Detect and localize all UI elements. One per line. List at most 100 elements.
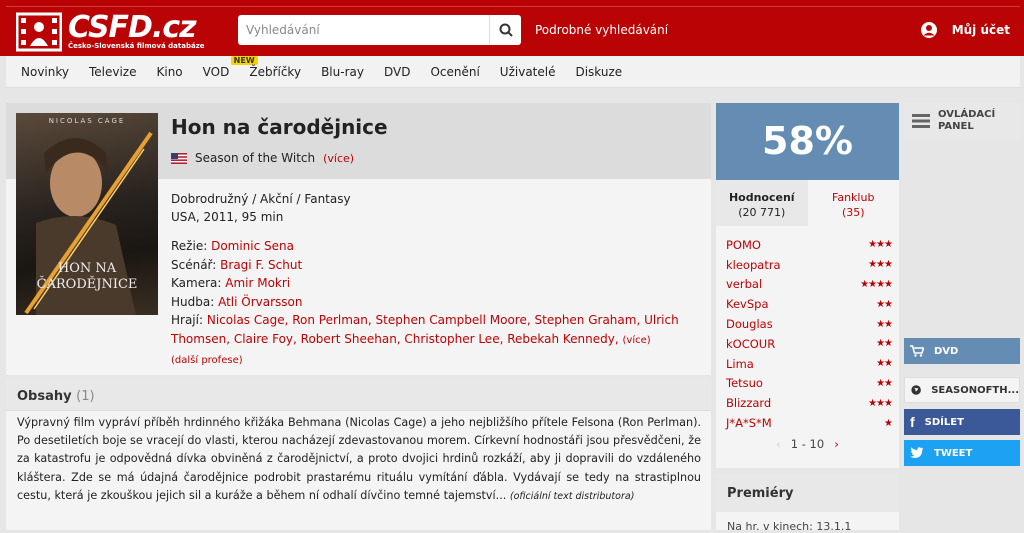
list-item[interactable]: verbal ★★★★ <box>726 275 893 295</box>
facebook-share-label: SDÍLET <box>924 416 964 428</box>
tab-fanclub[interactable]: Fanklub (35) <box>807 180 899 226</box>
advanced-search-link[interactable]: Podrobné vyhledávání <box>535 23 668 37</box>
star-rating: ★★ <box>876 338 893 350</box>
nav-item-novinky[interactable]: Novinky <box>21 65 69 79</box>
user-name: Lima <box>726 356 754 371</box>
nav-item-vod[interactable]: VOD NEW <box>202 56 258 79</box>
account-label: Můj účet <box>951 23 1010 37</box>
film-poster[interactable]: NICOLAS CAGE HON NA ČARODĚJNICE <box>16 113 158 315</box>
list-item[interactable]: POMO ★★★ <box>726 235 893 255</box>
account-menu[interactable]: Můj účet <box>920 22 1010 38</box>
premieres-text: Na hr. v kinech: 13.1.1 <box>727 520 852 533</box>
pager-range: 1 - 10 <box>790 437 825 451</box>
search-input[interactable] <box>238 15 488 45</box>
poster-title-text: HON NA ČARODĚJNICE <box>36 261 138 292</box>
facebook-share-button[interactable]: f SDÍLET <box>904 409 1020 435</box>
camera-label: Kamera: <box>171 276 222 290</box>
screenplay-link[interactable]: Bragi F. Schut <box>220 258 302 272</box>
rating-percent: 58% <box>716 103 899 180</box>
list-item[interactable]: KevSpa ★★ <box>726 294 893 314</box>
music-link[interactable]: Atli Örvarsson <box>218 295 302 309</box>
star-rating: ★★ <box>876 377 893 389</box>
user-ratings-list: POMO ★★★ kleopatra ★★★ verbal ★★★★ KevSpa ★★… <box>726 235 893 433</box>
nav-item-uzivatele[interactable]: Uživatelé <box>500 65 556 79</box>
premieres-title: Premiéry <box>727 486 794 501</box>
star-rating: ★★★ <box>868 259 893 271</box>
control-panel-button[interactable]: OVLÁDACÍ PANEL <box>904 103 1020 139</box>
user-name: Tetsuo <box>726 376 763 391</box>
cast-links[interactable]: Nicolas Cage, Ron Perlman, Stephen Campb… <box>171 313 679 346</box>
user-name: kleopatra <box>726 257 781 272</box>
control-panel-label: OVLÁDACÍ PANEL <box>938 109 996 132</box>
nav-item-dvd[interactable]: DVD <box>384 65 410 79</box>
list-item[interactable]: Blizzard ★★★ <box>726 393 893 413</box>
logo-subtitle: Česko-Slovenská filmová databáze <box>68 42 205 50</box>
nav-item-televize[interactable]: Televize <box>89 65 137 79</box>
plot-title-text: Obsahy <box>17 389 72 404</box>
main-nav: Novinky Televize Kino VOD NEW Žebříčky Bl… <box>6 56 1020 88</box>
star-rating: ★★ <box>876 298 893 310</box>
search-button[interactable] <box>489 15 521 45</box>
cast-more-link[interactable]: (více) <box>623 335 651 346</box>
official-site-button[interactable]: SEASONOFTH... <box>904 377 1020 403</box>
user-name: Blizzard <box>726 396 772 411</box>
film-strip-icon <box>16 12 62 52</box>
plot-count: (1) <box>76 389 95 404</box>
site-logo[interactable]: CSFD.cz Česko-Slovenská filmová databáze <box>16 10 205 52</box>
list-item[interactable]: Tetsuo ★★ <box>726 374 893 394</box>
director-link[interactable]: Dominic Sena <box>211 239 294 253</box>
user-name: J*A*S*M <box>726 416 772 431</box>
official-site-label: SEASONOFTH... <box>931 384 1019 396</box>
tab-ratings-label: Hodnocení <box>728 191 795 204</box>
original-title-more-link[interactable]: (více) <box>323 152 354 165</box>
nav-item-vod-label: VOD <box>202 65 230 79</box>
star-rating: ★★★★ <box>860 278 893 290</box>
screenplay-label: Scénář: <box>171 257 217 272</box>
nav-item-bluray[interactable]: Blu-ray <box>321 65 364 79</box>
logo-text: CSFD.cz <box>68 10 197 45</box>
original-title: Season of the Witch (více) <box>171 151 354 165</box>
music-label: Hudba: <box>171 294 215 309</box>
film-crew: Režie: Dominic Sena Scénář: Bragi F. Sch… <box>171 237 696 371</box>
premieres-section: Premiéry Na hr. v kinech: 13.1.1 <box>716 474 899 533</box>
list-item[interactable]: Douglas ★★ <box>726 314 893 334</box>
user-name: KevSpa <box>726 297 769 312</box>
list-item[interactable]: kleopatra ★★★ <box>726 255 893 275</box>
directing-label: Režie: <box>171 239 208 253</box>
nav-item-oceneni[interactable]: Ocenění <box>430 65 479 79</box>
nav-item-diskuze[interactable]: Diskuze <box>575 65 622 79</box>
premieres-header: Premiéry <box>716 474 899 512</box>
twitter-icon <box>910 447 924 458</box>
search-icon <box>499 23 513 37</box>
film-genre: Dobrodružný / Akční / Fantasy <box>171 192 351 206</box>
user-name: verbal <box>726 277 763 292</box>
nav-item-zebricky[interactable]: Žebříčky <box>249 65 301 79</box>
us-flag-icon <box>171 152 187 164</box>
user-icon <box>920 22 937 38</box>
menu-icon <box>912 114 930 128</box>
globe-icon <box>911 385 921 395</box>
film-info: NICOLAS CAGE HON NA ČARODĚJNICE Hon na č… <box>6 103 711 375</box>
cart-icon <box>910 345 924 357</box>
chevron-left-icon[interactable]: ‹ <box>776 437 781 451</box>
plot-source: (oficiální text distributora) <box>509 490 635 502</box>
list-item[interactable]: Lima ★★ <box>726 354 893 374</box>
more-professions-link[interactable]: (další profese) <box>171 355 243 366</box>
camera-link[interactable]: Amir Mokri <box>225 276 290 290</box>
user-name: POMO <box>726 237 761 252</box>
tab-fanclub-label: Fanklub <box>832 191 875 204</box>
nav-item-kino[interactable]: Kino <box>157 65 183 79</box>
ratings-pager: ‹ 1 - 10 › <box>716 437 899 451</box>
plot-text: Výpravný film vypráví příběh hrdinného k… <box>17 414 701 506</box>
tab-ratings[interactable]: Hodnocení (20 771) <box>716 180 808 226</box>
chevron-right-icon[interactable]: › <box>834 437 839 451</box>
twitter-share-button[interactable]: TWEET <box>904 440 1020 466</box>
user-name: Douglas <box>726 317 773 332</box>
dvd-button[interactable]: DVD <box>904 338 1020 364</box>
list-item[interactable]: kOCOUR ★★ <box>726 334 893 354</box>
search-box <box>238 15 521 45</box>
star-rating: ★ <box>884 417 893 429</box>
plot-header: Obsahy (1) <box>6 379 711 411</box>
list-item[interactable]: J*A*S*M ★ <box>726 413 893 433</box>
tab-ratings-count: (20 771) <box>738 206 786 219</box>
